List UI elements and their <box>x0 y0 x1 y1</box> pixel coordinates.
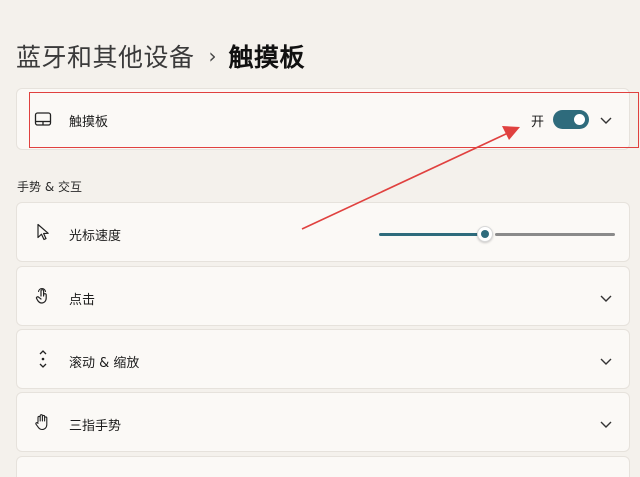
maximize-icon[interactable] <box>624 0 636 4</box>
breadcrumb-parent[interactable]: 蓝牙和其他设备 <box>16 38 195 74</box>
three-finger-icon <box>34 413 52 431</box>
tap-label: 点击 <box>69 293 96 308</box>
scroll-zoom-card[interactable]: 滚动 & 缩放 <box>16 329 630 389</box>
chevron-down-icon[interactable] <box>599 290 613 304</box>
tap-icon <box>34 287 52 305</box>
three-finger-card[interactable]: 三指手势 <box>16 392 630 452</box>
cursor-speed-slider[interactable] <box>379 225 615 243</box>
tap-card[interactable]: 点击 <box>16 266 630 326</box>
cursor-speed-card: 光标速度 <box>16 202 630 262</box>
next-settings-card[interactable] <box>16 456 630 477</box>
minimize-icon[interactable] <box>588 0 600 4</box>
window-controls <box>540 0 640 6</box>
cursor-icon <box>34 223 52 241</box>
breadcrumb: 蓝牙和其他设备 › 触摸板 <box>16 38 305 74</box>
slider-thumb[interactable] <box>477 226 493 242</box>
scroll-zoom-label: 滚动 & 缩放 <box>69 356 140 371</box>
chevron-down-icon[interactable] <box>599 416 613 430</box>
cursor-speed-label: 光标速度 <box>69 229 122 244</box>
annotation-highlight-box <box>29 92 639 148</box>
scroll-icon <box>34 350 52 368</box>
section-title: 手势 & 交互 <box>17 180 82 194</box>
three-finger-label: 三指手势 <box>69 419 122 434</box>
slider-track-filled <box>379 233 485 236</box>
page-title: 触摸板 <box>228 43 306 72</box>
chevron-down-icon[interactable] <box>599 353 613 367</box>
breadcrumb-separator-icon: › <box>208 44 217 68</box>
slider-track-empty <box>495 233 615 236</box>
